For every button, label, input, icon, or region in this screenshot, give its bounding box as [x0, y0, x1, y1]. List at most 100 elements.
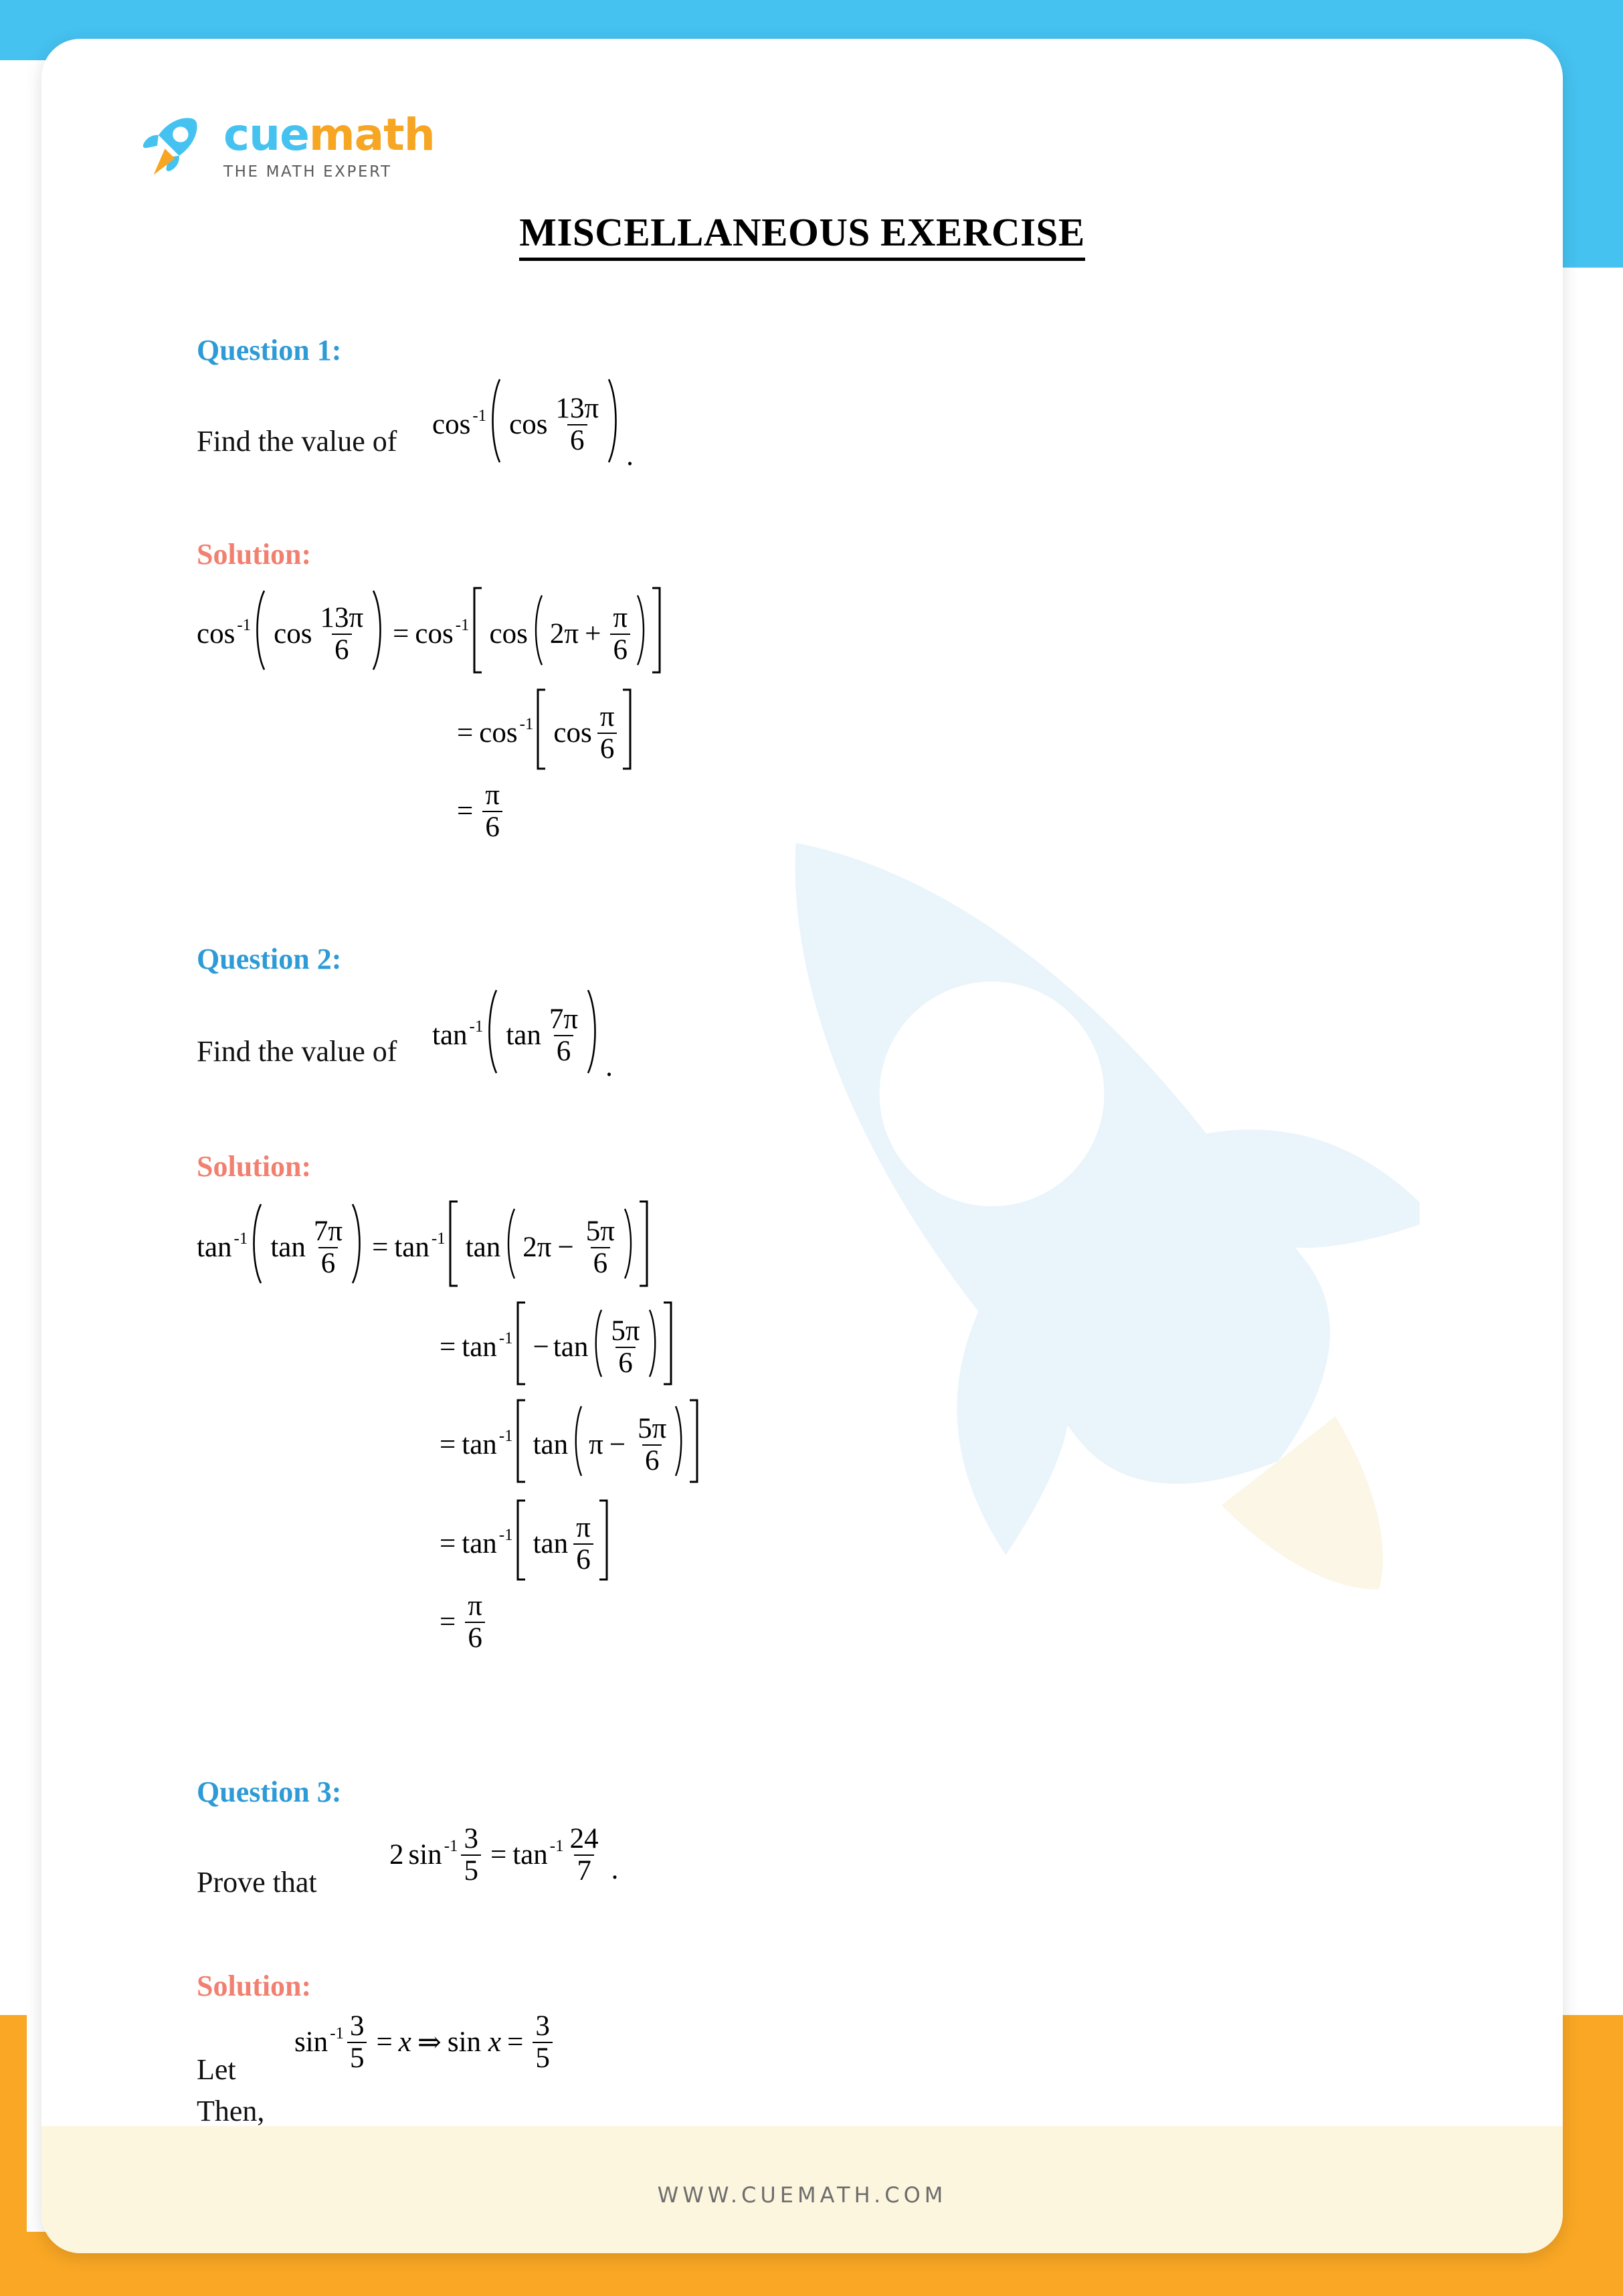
q2s3-den: 6: [642, 1444, 662, 1476]
question-3-prompt-label: Prove that: [197, 1866, 317, 1899]
q1s1-rhs-den: 6: [610, 633, 630, 666]
q3let-fraction-1: 3 5: [347, 2011, 367, 2073]
q1-denominator: 6: [567, 423, 587, 456]
bracket-left-icon: [513, 1499, 528, 1589]
q1s1-lhs-fn: cos: [197, 618, 235, 650]
q2s3-fn: tan: [462, 1429, 497, 1460]
paren-right-icon: [621, 1206, 637, 1288]
q1-step-1: cos -1 cos 13π 6 = cos -1 cos 2π + π 6: [197, 586, 664, 682]
q2s2-equals: =: [440, 1331, 456, 1363]
q1s2-inner-fn: cos: [553, 717, 592, 749]
paren-right-icon: [349, 1202, 366, 1293]
q1-inner-fn: cos: [509, 409, 548, 440]
question-2-prompt-math: tan -1 tan 7π 6 .: [432, 987, 613, 1083]
question-1-prompt-label: Find the value of: [197, 425, 397, 458]
q2-prompt-period: .: [605, 1051, 613, 1082]
bracket-right-icon: [620, 688, 635, 778]
q1s2-equals: =: [457, 717, 474, 749]
q3let-fraction-2: 3 5: [533, 2011, 553, 2073]
bracket-right-icon: [637, 1200, 652, 1295]
q2-step-1: tan -1 tan 7π 6 = tan -1 tan 2π − 5π 6: [197, 1200, 652, 1295]
q2s1-lhs-fn: tan: [197, 1232, 232, 1263]
q1s1-lhs-fraction: 13π 6: [317, 603, 366, 665]
bracket-left-icon: [513, 1398, 528, 1491]
q2s4-fraction: π 6: [573, 1513, 593, 1575]
paren-left-icon: [502, 1206, 518, 1288]
q2s2-fn: tan: [462, 1331, 497, 1363]
q1s1-rhs-inner-fn: cos: [489, 618, 528, 650]
q1s2-den: 6: [597, 732, 617, 765]
q3-lhs-fraction: 3 5: [461, 1824, 481, 1886]
question-1-solution-heading: Solution:: [197, 538, 312, 571]
question-2-heading: Question 2:: [197, 943, 342, 975]
q2s2-sign: −: [533, 1331, 549, 1363]
q3-rhs-fn: tan: [512, 1839, 548, 1871]
q2s2-inner-fn: tan: [553, 1331, 589, 1363]
q1s1-rhs-fn: cos: [415, 618, 454, 650]
q1-numerator: 13π: [555, 392, 599, 424]
q3let-implies: ⇒: [417, 2026, 442, 2059]
logo-wordmark: cuemath THE MATH EXPERT: [223, 113, 436, 180]
logo-math-text: math: [308, 109, 436, 161]
bracket-left-icon: [513, 1301, 528, 1394]
question-3-let-label: Let: [197, 2053, 236, 2086]
paren-right-icon: [584, 987, 601, 1083]
q2s5-den: 6: [465, 1621, 485, 1654]
q2s3-lead: π: [589, 1429, 603, 1460]
q2s4-inner-fn: tan: [533, 1528, 569, 1559]
question-3-let-math: sin -1 3 5 = x ⇒ sin x = 3 5: [294, 2011, 556, 2073]
q1s1-rhs-op: +: [585, 618, 601, 650]
rocket-watermark: [795, 843, 1420, 1590]
question-3-solution-heading: Solution:: [197, 1970, 312, 2002]
q3-lhs-den: 5: [461, 1854, 481, 1887]
q3let-variable-1: x: [398, 2026, 411, 2059]
q3let-den-2: 5: [533, 2041, 553, 2074]
question-3-then-label: Then,: [197, 2095, 265, 2127]
q3let-fn-sin-2: sin: [447, 2026, 482, 2059]
q2-step-4: = tan -1 tan π 6: [434, 1499, 611, 1589]
q2s1-lhs-inner-fn: tan: [270, 1232, 306, 1263]
paren-right-icon: [605, 377, 622, 472]
q2s4-equals: =: [440, 1528, 456, 1559]
q2s1-lhs-num: 7π: [313, 1215, 343, 1247]
paren-right-icon: [646, 1307, 661, 1387]
question-1-prompt-math: cos -1 cos 13π 6 .: [432, 377, 634, 472]
q2s1-equals: =: [372, 1232, 389, 1263]
paren-left-icon: [570, 1404, 585, 1486]
q2s4-den: 6: [573, 1543, 593, 1575]
q1s3-equals: =: [457, 795, 474, 828]
question-3-prompt-math: 2 sin -1 3 5 = tan -1 24 7 .: [389, 1823, 619, 1887]
q2-step-3: = tan -1 tan π − 5π 6: [434, 1398, 702, 1491]
q3-fn-sin: sin: [408, 1839, 442, 1871]
q2-fraction: 7π 6: [547, 1004, 581, 1066]
q1s1-rhs-lead: 2π: [549, 618, 579, 650]
page-title: MISCELLANEOUS EXERCISE: [41, 209, 1563, 261]
q2s1-lhs-den: 6: [318, 1246, 339, 1279]
paren-left-icon: [590, 1307, 605, 1387]
q2s5-fraction: π 6: [465, 1591, 485, 1653]
q1s1-lhs-num: 13π: [320, 601, 364, 634]
q1-step-2: = cos -1 cos π 6: [451, 688, 635, 778]
q3let-equals-2: =: [507, 2026, 524, 2059]
document-page: cuemath THE MATH EXPERT MISCELLANEOUS EX…: [0, 0, 1623, 2296]
q2s3-equals: =: [440, 1429, 456, 1460]
q2-step-5: = π 6: [434, 1591, 488, 1653]
q1s2-fraction: π 6: [597, 702, 617, 764]
q1-fn-cos: cos: [432, 409, 471, 440]
paren-right-icon: [634, 593, 650, 675]
paren-left-icon: [530, 593, 546, 675]
bracket-right-icon: [650, 586, 664, 682]
q3-equals: =: [490, 1839, 507, 1871]
q1s1-equals: =: [393, 618, 409, 650]
q2s5-num: π: [468, 1590, 482, 1622]
bracket-left-icon: [446, 1200, 460, 1295]
q1-fraction: 13π 6: [553, 393, 601, 456]
q2s3-inner-fn: tan: [533, 1429, 569, 1460]
q2s3-fraction: 5π 6: [635, 1414, 669, 1476]
page-title-text: MISCELLANEOUS EXERCISE: [519, 210, 1085, 261]
q2s2-den: 6: [615, 1346, 636, 1379]
bracket-left-icon: [470, 586, 484, 682]
q3let-variable-2: x: [488, 2026, 502, 2059]
q1s2-fn: cos: [479, 717, 518, 749]
paren-left-icon: [248, 1202, 265, 1293]
